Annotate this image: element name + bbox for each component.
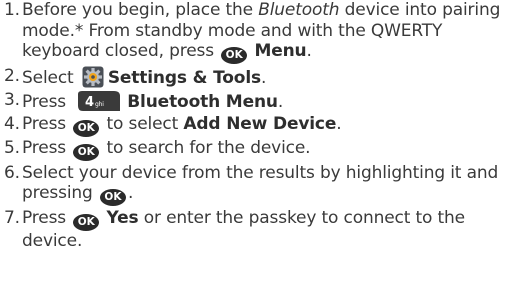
step-3: 3. Press 4 ghi Bluetooth Menu. bbox=[4, 90, 504, 113]
step-number: 4. bbox=[4, 113, 20, 134]
step-text: . bbox=[260, 67, 267, 88]
step-text: Press bbox=[22, 207, 72, 228]
step-text: . bbox=[306, 41, 312, 61]
yes-label: Yes bbox=[106, 207, 139, 228]
ok-key-icon: OK bbox=[73, 144, 100, 161]
key-digit: 4 bbox=[85, 95, 94, 110]
step-2: 2. Select Settings & Tools. bbox=[4, 66, 504, 89]
step-text: Press bbox=[22, 91, 72, 112]
step-number: 5. bbox=[4, 138, 20, 158]
step-4: 4. Press OK to select Add New Device. bbox=[4, 114, 504, 137]
step-5: 5. Press OK to search for the device. bbox=[4, 138, 504, 161]
step-text: Before you begin, place the bbox=[22, 0, 259, 20]
step-text: . bbox=[277, 91, 284, 112]
step-text: Select your device from the results by h… bbox=[22, 162, 499, 204]
menu-label: Menu bbox=[254, 41, 307, 61]
ok-key-icon: OK bbox=[73, 119, 100, 137]
settings-tools-label: Settings & Tools bbox=[107, 67, 261, 88]
step-7: 7. Press OK Yes or enter the passkey to … bbox=[4, 208, 504, 252]
step-text: Press bbox=[22, 113, 72, 134]
key-4-ghi-icon: 4 ghi bbox=[75, 90, 121, 112]
step-1: 1. Before you begin, place the Bluetooth… bbox=[4, 0, 504, 64]
bluetooth-term: Bluetooth bbox=[258, 0, 340, 20]
step-number: 2. bbox=[4, 65, 20, 86]
ok-key-icon: OK bbox=[99, 189, 126, 206]
ok-key-icon: OK bbox=[73, 213, 100, 231]
key-letters: ghi bbox=[95, 101, 104, 108]
bluetooth-menu-label: Bluetooth Menu bbox=[127, 91, 278, 112]
step-number: 3. bbox=[4, 89, 20, 110]
step-text: Select bbox=[22, 67, 79, 88]
step-text: . bbox=[336, 113, 342, 134]
step-text: to select bbox=[101, 113, 184, 134]
step-number: 6. bbox=[4, 162, 20, 183]
step-6: 6. Select your device from the results b… bbox=[4, 162, 504, 206]
step-text: to search for the device. bbox=[101, 138, 311, 158]
step-text: Press bbox=[22, 138, 72, 158]
settings-gear-icon bbox=[82, 66, 104, 88]
instruction-steps: 1. Before you begin, place the Bluetooth… bbox=[4, 0, 504, 253]
step-number: 7. bbox=[4, 207, 20, 228]
step-number: 1. bbox=[4, 0, 20, 20]
add-new-device-label: Add New Device bbox=[183, 113, 337, 134]
step-text: . bbox=[127, 183, 134, 203]
ok-key-icon: OK bbox=[221, 47, 248, 64]
